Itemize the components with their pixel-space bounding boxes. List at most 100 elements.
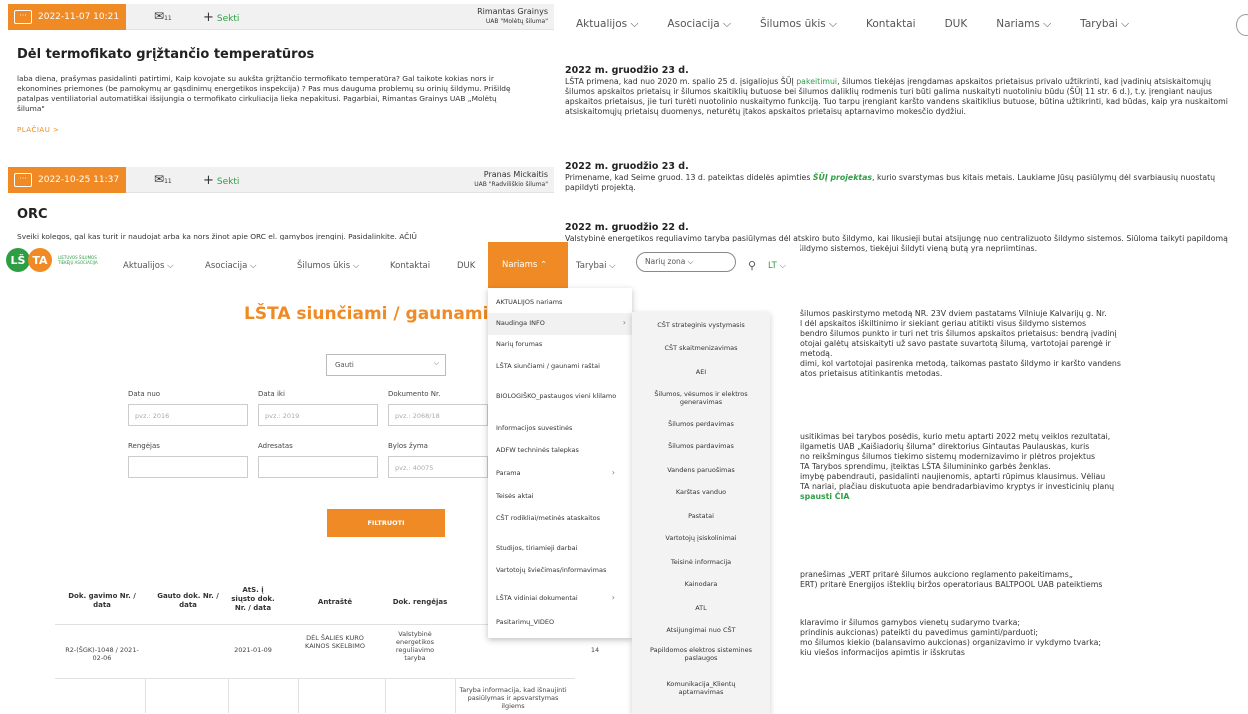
direction-select[interactable]: Gauti ⌵ [326,354,446,376]
news-text-block: klaravimo ir šilumos gamybos vienetų sud… [800,618,1240,658]
menu-item[interactable]: CŠT rodikliai/metinės ataskaitos [496,514,621,522]
nav-tarybai[interactable]: Tarybai ⌵ [1080,18,1129,31]
naudinga-info-submenu: CŠT strateginis vystymasis CŠT skaitmeni… [632,312,770,714]
menu-item[interactable]: Studijos, tiriamieji darbai [496,544,621,552]
submenu-item[interactable]: Karštas vanduo [632,488,770,496]
menu-item[interactable]: Teisės aktai [496,492,621,500]
post-body: Sveiki kolegos, gal kas turit ir naudoja… [17,232,417,240]
submenu-item[interactable]: Komunikacija_Klientų aptarnavimas [632,680,770,696]
submenu-item[interactable]: Papildomos elektros sistemines paslaugos [632,646,770,662]
post-title[interactable]: Dėl termofikato grįžtančio temperatūros [17,47,314,62]
nav-silumos-ukis[interactable]: Šilumos ūkis ⌵ [297,261,359,271]
author-input[interactable] [128,456,248,478]
text-line: mo šilumos kiekio (balansavimo aukcionas… [800,638,1101,647]
file-mark-input[interactable]: pvz.: 40075 [388,456,488,478]
nav-nariams-active[interactable]: Nariams ⌃ [488,242,568,288]
text-line: prindinis aukcionas) pateikti du pavedim… [800,628,1039,637]
menu-item[interactable]: Informacijos suvestinės [496,424,621,432]
follow-button[interactable]: + Sekti [203,10,239,25]
news-item: 2022 m. gruodžio 23 d. LŠTA primena, kad… [565,66,1240,117]
follow-button[interactable]: + Sekti [203,173,239,188]
table-cell: 2021-01-09 [234,646,272,654]
news-link[interactable]: ŠŪĮ projektas [813,173,872,182]
table-header: Gauto dok. Nr. / data [157,592,219,609]
text-line: klaravimo ir šilumos gamybos vienetų sud… [800,618,1020,627]
text-line: atos prietaisus atitinkantis metodas. [800,369,943,378]
text-line: otojai galėtų atsiskaityti už savo pasta… [800,339,1111,348]
text-line: ERT) pritarė Energijos išteklių biržos o… [800,580,1103,589]
submenu-item[interactable]: Vartotojų įsiskolinimai [632,534,770,542]
text-line: bendro šilumos punkto ir turi net tris š… [800,329,1117,338]
nav-duk[interactable]: DUK [945,18,968,31]
nav-aktualijos[interactable]: Aktualijos ⌵ [576,18,638,31]
nav-silumos-ukis[interactable]: Šilumos ūkis ⌵ [760,18,837,31]
member-zone-select[interactable]: Narių zona ⌵ [636,252,736,272]
post-title[interactable]: ORC [17,207,48,222]
table-header: Dok. rengėjas [392,598,448,606]
mail-icon[interactable]: ✉11 [154,9,172,23]
menu-item-naudinga-info[interactable]: Naudinga INFO › [488,313,632,335]
nav-kontaktai[interactable]: Kontaktai [390,261,430,271]
nav-nariams[interactable]: Nariams ⌵ [996,18,1051,31]
filter-label: Rengėjas [128,442,160,450]
page-title: LŠTA siunčiami / gaunami ra [244,304,515,324]
nav-tarybai[interactable]: Tarybai ⌵ [576,261,616,271]
filter-button[interactable]: FILTRUOTI [327,509,445,537]
submenu-item[interactable]: Šilumos pardavimas [632,442,770,450]
logo-subtitle: LIETUVOS ŠILUMOS TIEKĖJŲ ASOCIACIJA [58,255,98,265]
table-divider [145,678,146,713]
post-date: 2022-10-25 11:37 [38,175,120,185]
doc-number-input[interactable]: pvz.: 2068/18 [388,404,488,426]
menu-item-parama[interactable]: Parama › [496,469,621,478]
recipient-input[interactable] [258,456,378,478]
author-name: Rimantas Grainys [477,7,548,16]
submenu-item[interactable]: Teisinė informacija [632,558,770,566]
nav-asociacija[interactable]: Asociacija ⌵ [667,18,731,31]
menu-item[interactable]: Vartotojų šviečimas/informavimas [496,566,621,574]
menu-item[interactable]: ADFW techninės talepkas [496,446,621,454]
nav-duk[interactable]: DUK [457,261,475,271]
menu-item[interactable]: BIOLOGIŠKO_pastaugos vieni klilamo [496,392,621,400]
menu-item-siunciami-raštai[interactable]: LŠTA siunčiami / gaunami raštai [496,362,621,370]
menu-item-nariu-forumas[interactable]: Narių forumas [496,340,621,348]
chevron-right-icon: › [611,593,615,602]
news-text: LŠTA primena, kad nuo 2020 m. spalio 25 … [565,77,797,86]
date-from-input[interactable]: pvz.: 2016 [128,404,248,426]
menu-item-aktualijos[interactable]: AKTUALIJOS nariams [496,298,621,306]
post-date-badge: ··· 2022-11-07 10:21 [8,4,126,30]
search-icon[interactable]: ⚲ [748,259,756,272]
submenu-item[interactable]: Vandens paruošimas [632,466,770,474]
site-panel: LŠ TA LIETUVOS ŠILUMOS TIEKĖJŲ ASOCIACIJ… [0,242,800,714]
language-switch[interactable]: LT ⌵ [768,261,786,271]
submenu-item[interactable]: Atsijungimai nuo CŠT [632,626,770,634]
site-logo[interactable]: LŠ TA LIETUVOS ŠILUMOS TIEKĖJŲ ASOCIACIJ… [6,248,98,272]
news-link[interactable]: pakeitimui [796,77,837,86]
plus-icon: + [203,173,214,188]
table-header: AtS. į siųsto dok. Nr. / data [231,586,275,612]
nav-aktualijos[interactable]: Aktualijos ⌵ [123,261,174,271]
menu-item[interactable]: Pasitarimų_VIDEO [496,618,621,626]
submenu-item[interactable]: ATL [632,604,770,612]
date-to-input[interactable]: pvz.: 2019 [258,404,378,426]
submenu-item[interactable]: Šilumos, vėsumos ir elektros generavimas [632,390,770,406]
submenu-item[interactable]: Pastatai [632,512,770,520]
more-link[interactable]: spausti ČIA [800,492,1240,502]
table-cell: DĖL ŠALIES KURO KAINOS SKELBIMO [305,634,365,650]
submenu-item[interactable]: Šilumos perdavimas [632,420,770,428]
search-circle-icon[interactable] [1236,14,1248,36]
table-header: Antraštė [317,598,353,606]
read-more-link[interactable]: PLAČIAU > [17,126,59,134]
mail-icon[interactable]: ✉11 [154,172,172,186]
submenu-item[interactable]: CŠT skaitmenizavimas [632,344,770,352]
filter-label: Adresatas [258,442,293,450]
submenu-item[interactable]: Kainodara [632,580,770,588]
text-line: dimi, kol vartotojai pasirenka metodą, t… [800,359,1121,368]
nav-asociacija[interactable]: Asociacija ⌵ [205,261,256,271]
table-divider [385,678,386,713]
text-line: šilumos paskirstymo metodą NR. 23V dviem… [800,309,1107,318]
menu-item[interactable]: LŠTA vidiniai dokumentai › [496,593,621,603]
post-header: ··· 2022-10-25 11:37 ✉11 + Sekti Pranas M… [8,167,554,193]
nav-kontaktai[interactable]: Kontaktai [866,18,916,31]
submenu-item[interactable]: AEI [632,368,770,376]
submenu-item[interactable]: CŠT strateginis vystymasis [632,321,770,329]
